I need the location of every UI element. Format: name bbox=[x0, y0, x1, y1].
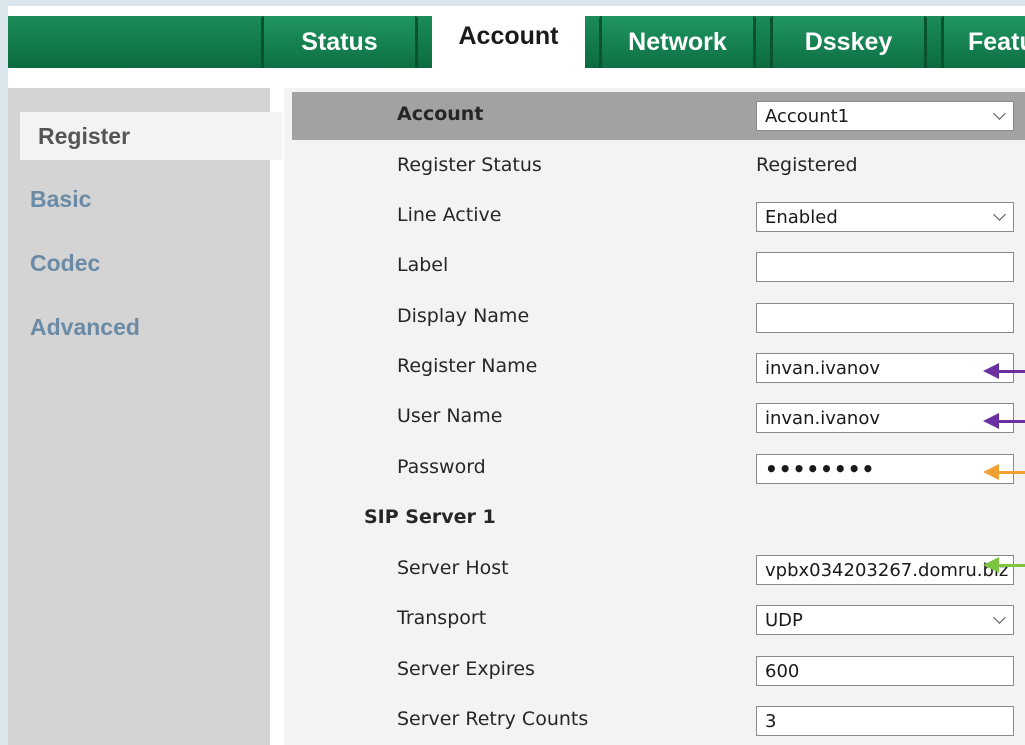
account-label: Account bbox=[397, 103, 484, 125]
register-status-value: Registered bbox=[756, 154, 858, 176]
server-expires-label: Server Expires bbox=[397, 658, 535, 680]
display-name-label: Display Name bbox=[397, 305, 530, 327]
account-select[interactable]: Account1 bbox=[756, 101, 1014, 131]
account-register-panel: Account Account1 Register Status Registe… bbox=[284, 88, 1025, 745]
password-label: Password bbox=[397, 456, 486, 478]
label-input[interactable] bbox=[756, 252, 1014, 282]
tab-network[interactable]: Network bbox=[599, 16, 756, 68]
annotation-arrow-green bbox=[983, 557, 1025, 573]
tab-dsskey[interactable]: Dsskey bbox=[770, 16, 927, 68]
server-host-input[interactable]: vpbx034203267.domru.biz bbox=[756, 555, 1014, 585]
annotation-arrow-orange bbox=[983, 464, 1025, 480]
display-name-input[interactable] bbox=[756, 303, 1014, 333]
label-field-label: Label bbox=[397, 254, 449, 276]
annotation-arrow-purple bbox=[983, 363, 1025, 379]
transport-label: Transport bbox=[397, 607, 487, 629]
sidebar: Register Basic Codec Advanced bbox=[8, 88, 282, 745]
annotation-arrow-purple bbox=[983, 413, 1025, 429]
chevron-down-icon bbox=[993, 107, 1006, 120]
sidebar-item-basic[interactable]: Basic bbox=[30, 186, 91, 213]
tab-account[interactable]: Account bbox=[432, 10, 585, 70]
register-name-label: Register Name bbox=[397, 355, 538, 377]
sidebar-item-codec[interactable]: Codec bbox=[30, 250, 100, 277]
top-nav-bar: Status Account Network Dsskey Featu bbox=[8, 10, 1025, 70]
line-active-select-value: Enabled bbox=[765, 206, 838, 228]
server-retry-counts-input[interactable]: 3 bbox=[756, 706, 1014, 736]
register-status-label: Register Status bbox=[397, 154, 542, 176]
server-host-label: Server Host bbox=[397, 557, 509, 579]
account-select-value: Account1 bbox=[765, 105, 850, 127]
tab-status[interactable]: Status bbox=[261, 16, 418, 68]
chevron-down-icon bbox=[993, 208, 1006, 221]
transport-select-value: UDP bbox=[765, 609, 803, 631]
line-active-select[interactable]: Enabled bbox=[756, 202, 1014, 232]
register-name-input[interactable]: invan.ivanov bbox=[756, 353, 1014, 383]
line-active-label: Line Active bbox=[397, 204, 502, 226]
transport-select[interactable]: UDP bbox=[756, 605, 1014, 635]
user-name-input[interactable]: invan.ivanov bbox=[756, 403, 1014, 433]
user-name-label: User Name bbox=[397, 405, 503, 427]
sidebar-item-register[interactable]: Register bbox=[20, 112, 282, 160]
password-input[interactable]: •••••••• bbox=[756, 454, 1014, 484]
server-retry-counts-label: Server Retry Counts bbox=[397, 708, 589, 730]
tab-features[interactable]: Featu bbox=[941, 16, 1025, 68]
server-expires-input[interactable]: 600 bbox=[756, 656, 1014, 686]
sidebar-item-advanced[interactable]: Advanced bbox=[30, 314, 140, 341]
app-frame: Status Account Network Dsskey Featu Regi… bbox=[8, 6, 1025, 745]
chevron-down-icon bbox=[993, 611, 1006, 624]
sip-server-heading: SIP Server 1 bbox=[364, 506, 496, 528]
